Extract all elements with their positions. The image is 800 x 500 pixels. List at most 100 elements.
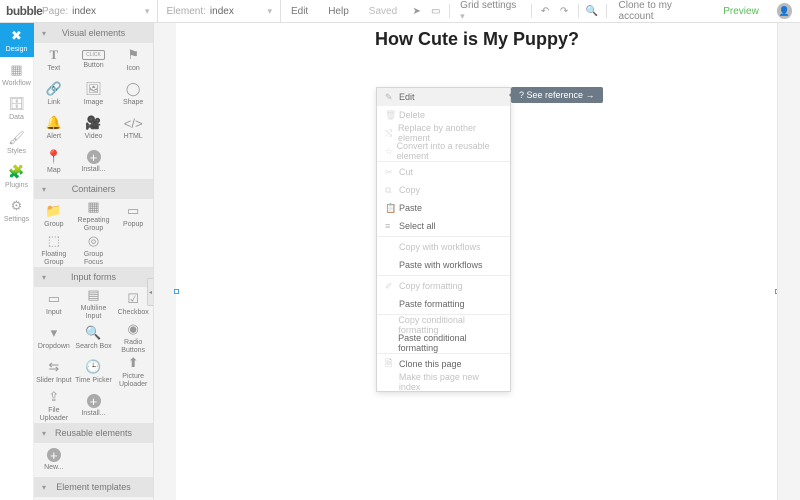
palette-floating-group[interactable]: ⬚Floating Group xyxy=(34,233,74,267)
page-label: Page: xyxy=(42,6,68,17)
clone-button[interactable]: Clone to my account xyxy=(611,0,714,22)
palette-time-picker[interactable]: 🕒Time Picker xyxy=(74,355,114,389)
palette-video[interactable]: 🎥Video xyxy=(74,111,114,145)
element-selector[interactable]: Element: index ▾ xyxy=(158,0,281,22)
nav-data[interactable]: 🗄Data xyxy=(0,91,34,125)
nav-styles[interactable]: 🖌Styles xyxy=(0,125,34,159)
context-item-edit[interactable]: ✎Edit xyxy=(377,88,510,106)
palette-button[interactable]: CLICKButton xyxy=(74,43,114,77)
floating-icon: ⬚ xyxy=(48,233,60,249)
plus-circle-icon: + xyxy=(47,448,61,462)
menu-item-icon: ✎ xyxy=(385,92,399,103)
caret-down-icon: ▾ xyxy=(42,429,46,438)
video-icon: 🎥 xyxy=(85,115,101,131)
palette-link[interactable]: 🔗Link xyxy=(34,77,74,111)
element-palette: ▾Visual elements TText CLICKButton ⚑Icon… xyxy=(34,23,154,500)
nav-workflow[interactable]: ▦Workflow xyxy=(0,57,34,91)
search-icon: 🔍 xyxy=(85,325,101,341)
palette-image[interactable]: 🖼Image xyxy=(74,77,114,111)
menu-item-icon: ≡ xyxy=(385,221,399,231)
context-item-clone-this-page[interactable]: 🗎Clone this page xyxy=(377,355,510,373)
menu-item-label: Replace by another element xyxy=(398,123,502,143)
context-item-copy-conditional-formatting: Copy conditional formatting xyxy=(377,316,510,334)
avatar[interactable]: 👤 xyxy=(777,3,792,19)
edit-menu[interactable]: Edit xyxy=(281,6,318,17)
nav-plugins[interactable]: 🧩Plugins xyxy=(0,159,34,193)
palette-icon[interactable]: ⚑Icon xyxy=(113,43,153,77)
nav-settings[interactable]: ⚙Settings xyxy=(0,193,34,227)
context-item-copy: ⧉Copy xyxy=(377,181,510,199)
caret-down-icon: ▾ xyxy=(42,483,46,492)
context-item-paste-formatting[interactable]: Paste formatting xyxy=(377,295,510,313)
palette-html[interactable]: </>HTML xyxy=(113,111,153,145)
palette-multiline-input[interactable]: ▤Multiline Input xyxy=(74,287,114,321)
palette-group[interactable]: 📁Group xyxy=(34,199,74,233)
grid-settings[interactable]: Grid settings ▾ xyxy=(454,0,526,22)
caret-down-icon: ▾ xyxy=(42,185,46,194)
context-item-copy-formatting: ✐Copy formatting xyxy=(377,277,510,295)
redo-icon[interactable]: ↷ xyxy=(555,6,574,17)
workflow-icon: ▦ xyxy=(0,62,34,78)
plus-circle-icon: + xyxy=(87,150,101,164)
palette-repeating-group[interactable]: ▦Repeating Group xyxy=(74,199,114,233)
focus-icon: ◎ xyxy=(88,233,99,249)
palette-shape[interactable]: ◯Shape xyxy=(113,77,153,111)
page-selector[interactable]: Page: index ▾ xyxy=(34,0,158,22)
undo-icon[interactable]: ↶ xyxy=(536,6,555,17)
context-item-paste-with-workflows[interactable]: Paste with workflows xyxy=(377,256,510,274)
context-item-paste-conditional-formatting[interactable]: Paste conditional formatting xyxy=(377,334,510,352)
upload-image-icon: ⬆ xyxy=(128,355,139,371)
palette-searchbox[interactable]: 🔍Search Box xyxy=(74,321,114,355)
menu-item-label: Edit xyxy=(399,92,415,102)
clock-icon: 🕒 xyxy=(85,359,101,375)
menu-item-label: Paste formatting xyxy=(399,299,465,309)
section-containers[interactable]: ▾Containers xyxy=(34,179,153,199)
menu-item-label: Copy conditional formatting xyxy=(398,315,502,335)
palette-input[interactable]: ▭Input xyxy=(34,287,74,321)
palette-map[interactable]: 📍Map xyxy=(34,145,74,179)
html-icon: </> xyxy=(124,116,143,131)
selection-handle-right[interactable] xyxy=(775,289,780,294)
data-icon: 🗄 xyxy=(0,96,34,112)
context-item-convert-into-a-reusable-element: ☆Convert into a reusable element xyxy=(377,142,510,160)
palette-group-focus[interactable]: ◎Group Focus xyxy=(74,233,114,267)
section-templates[interactable]: ▾Element templates xyxy=(34,477,153,497)
palette-install-inputs[interactable]: +Install... xyxy=(74,389,114,423)
palette-install-visual[interactable]: +Install... xyxy=(74,145,114,179)
menu-item-label: Paste xyxy=(399,203,422,213)
plus-circle-icon: + xyxy=(87,394,101,408)
palette-text[interactable]: TText xyxy=(34,43,74,77)
palette-picture-uploader[interactable]: ⬆Picture Uploader xyxy=(113,355,153,389)
design-icon: ✖ xyxy=(0,28,34,44)
slider-icon: ⇆ xyxy=(48,359,59,375)
search-icon[interactable]: 🔍 xyxy=(583,6,602,17)
checkbox-icon: ☑ xyxy=(127,291,139,307)
help-menu[interactable]: Help xyxy=(318,6,359,17)
input-icon: ▭ xyxy=(48,291,60,307)
upload-file-icon: ⇪ xyxy=(48,389,59,405)
palette-alert[interactable]: 🔔Alert xyxy=(34,111,74,145)
palette-collapse-handle[interactable]: ◂ xyxy=(147,278,154,306)
responsive-icon[interactable]: ▭ xyxy=(426,6,445,17)
context-item-paste[interactable]: 📋Paste xyxy=(377,199,510,217)
canvas[interactable]: How Cute is My Puppy? ✎Edit🗑Delete⤭Repla… xyxy=(154,23,800,500)
see-reference-tooltip[interactable]: ? See reference → xyxy=(511,87,603,103)
settings-icon: ⚙ xyxy=(0,198,34,214)
nav-design[interactable]: ✖Design xyxy=(0,23,34,57)
context-item-select-all[interactable]: ≡Select all xyxy=(377,217,510,235)
preview-button[interactable]: Preview xyxy=(713,6,769,17)
palette-slider[interactable]: ⇆Slider Input xyxy=(34,355,74,389)
section-input-forms[interactable]: ▾Input forms xyxy=(34,267,153,287)
menu-item-icon: 📋 xyxy=(385,203,399,214)
selection-handle-left[interactable] xyxy=(174,289,179,294)
pointer-tool-icon[interactable]: ➤ xyxy=(407,6,426,17)
palette-new-reusable[interactable]: +New... xyxy=(34,443,74,477)
palette-radio[interactable]: ◉Radio Buttons xyxy=(113,321,153,355)
palette-dropdown[interactable]: ▾Dropdown xyxy=(34,321,74,355)
palette-popup[interactable]: ▭Popup xyxy=(113,199,153,233)
menu-item-icon: ⤭ xyxy=(385,128,398,139)
popup-icon: ▭ xyxy=(127,203,139,219)
section-reusable[interactable]: ▾Reusable elements xyxy=(34,423,153,443)
palette-file-uploader[interactable]: ⇪File Uploader xyxy=(34,389,74,423)
section-visual-elements[interactable]: ▾Visual elements xyxy=(34,23,153,43)
